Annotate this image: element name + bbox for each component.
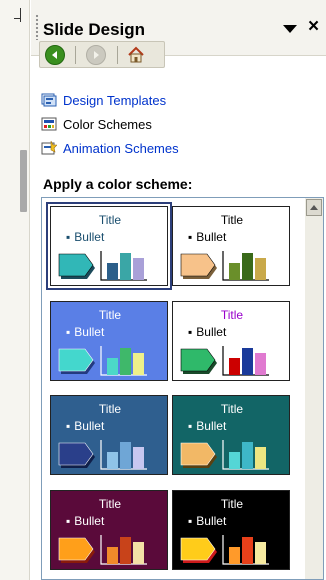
thumbnail-title: Title [98,213,122,227]
thumbnail-bullet: Bullet [66,419,104,433]
design-templates-link[interactable]: Design Templates [41,90,166,110]
navigation-toolbar [39,41,165,68]
thumbnail-bullet: Bullet [188,514,226,528]
thumbnail-title: Title [220,402,244,416]
color-scheme-thumbnail[interactable]: Title Bullet [50,490,168,570]
color-schemes-label: Color Schemes [63,116,152,132]
forward-arrow-icon[interactable] [86,45,106,65]
color-scheme-thumbnail[interactable]: Title Bullet [46,202,172,290]
sample-bar [255,542,266,564]
slide-design-pane: Slide Design × Design Templates Color Sc… [31,0,326,580]
design-templates-icon [41,93,57,107]
sample-bar [120,537,131,564]
color-scheme-thumbnail[interactable]: Title Bullet [50,301,168,381]
scheme-sample-art [58,346,147,376]
scroll-up-arrow-icon[interactable] [306,199,322,216]
sample-bar [133,258,144,280]
color-scheme-thumbnail[interactable]: Title Bullet [172,301,290,381]
sample-bar [133,353,144,375]
sample-bar [255,447,266,469]
editor-edge [0,0,30,580]
sample-bar [107,452,118,469]
design-templates-label: Design Templates [63,92,167,108]
sample-bar [242,442,253,469]
scheme-sample-art [58,251,147,281]
sample-bar [133,542,144,564]
color-schemes-icon [41,117,57,131]
grip-handle[interactable] [35,14,39,40]
color-schemes-link[interactable]: Color Schemes [41,114,152,134]
thumbnail-bullet: Bullet [66,514,104,528]
animation-schemes-label: Animation Schemes [63,140,179,156]
thumbnail-bullet: Bullet [188,230,226,244]
sample-bar [107,547,118,564]
ruler-tick [14,18,21,19]
sample-bar [255,258,266,280]
color-scheme-thumbnail[interactable]: Title Bullet [172,206,290,286]
scheme-sample-art [58,535,147,565]
thumbnail-title: Title [98,308,122,322]
thumbnail-title: Title [98,402,122,416]
sample-bar [242,537,253,564]
color-scheme-thumbnail[interactable]: Title Bullet [172,395,290,475]
sample-bar [107,263,118,280]
sample-bar [229,452,240,469]
scheme-sample-art [180,535,269,565]
close-pane-button[interactable]: × [308,16,319,38]
sample-bar [255,353,266,375]
toolbar-divider [117,46,118,64]
pane-menu-dropdown-icon[interactable] [283,25,297,33]
thumbnail-bullet: Bullet [188,325,226,339]
gallery-scrollbar[interactable] [305,198,323,579]
color-scheme-gallery: Title Bullet Title Bullet Title Bullet Title Bu… [41,197,324,580]
thumbnail-bullet: Bullet [188,419,226,433]
thumbnail-title: Title [220,497,244,511]
thumbnail-title: Title [220,213,244,227]
scheme-sample-art [180,346,269,376]
sample-bar [229,263,240,280]
sample-bar [120,442,131,469]
scheme-sample-art [58,440,147,470]
scheme-sample-art [180,251,269,281]
scheme-sample-art [180,440,269,470]
color-scheme-thumbnail[interactable]: Title Bullet [50,395,168,475]
animation-schemes-link[interactable]: Animation Schemes [41,138,179,158]
back-arrow-icon[interactable] [45,45,65,65]
color-scheme-thumbnail[interactable]: Title Bullet [172,490,290,570]
animation-schemes-icon [41,140,57,155]
sample-bar [242,348,253,375]
ruler-tick [20,8,21,22]
sample-bar [229,547,240,564]
thumbnail-bullet: Bullet [66,230,104,244]
sample-bar [120,253,131,280]
sample-bar [107,358,118,375]
pane-title: Slide Design [43,20,146,39]
sample-bar [229,358,240,375]
toolbar-divider [75,46,76,64]
sample-bar [120,348,131,375]
section-heading: Apply a color scheme: [43,176,193,192]
sample-bar [242,253,253,280]
thumbnail-bullet: Bullet [66,325,104,339]
thumbnail-title: Title [98,497,122,511]
sample-bar [133,447,144,469]
thumbnail-title: Title [220,308,244,322]
home-icon[interactable] [127,46,145,64]
editor-scrollbar-thumb[interactable] [20,150,27,212]
